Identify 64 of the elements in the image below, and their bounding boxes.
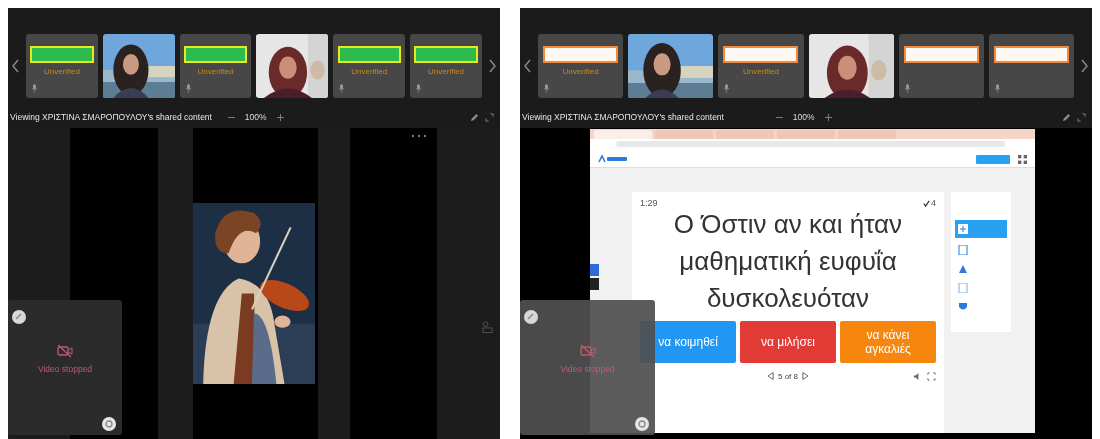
video-status: Video stopped (560, 364, 615, 374)
participant-tile[interactable]: Unverified (26, 34, 98, 98)
participant-status: Unverified (427, 67, 466, 77)
chevron-right-icon[interactable] (1080, 59, 1088, 73)
timer: 1:29 (640, 198, 658, 208)
participant-tile[interactable] (988, 34, 1075, 98)
question-text: Ο Όστιν αν και ήταν μαθηματική ευφυΐα δυσκολευόταν (672, 208, 904, 315)
chevron-left-icon[interactable] (12, 59, 20, 73)
page-icon[interactable] (958, 245, 968, 255)
primary-button[interactable] (976, 154, 1010, 164)
answer-button[interactable]: να κάνει αγκαλιές (840, 321, 936, 363)
participant-tile[interactable]: Unverified (538, 34, 624, 98)
plus-icon (958, 224, 968, 234)
chevron-right-icon[interactable] (488, 59, 496, 73)
people-icon[interactable] (482, 320, 493, 334)
video-off-icon (579, 344, 596, 358)
participant-status: Unverified (561, 67, 600, 77)
zoom-level: 100% (792, 112, 815, 122)
score-count: 4 (931, 198, 936, 208)
pen-icon[interactable] (1062, 112, 1071, 122)
zoom-in-icon[interactable] (824, 113, 832, 121)
template-option[interactable] (955, 220, 1007, 238)
participant-status: Unverified (42, 67, 81, 77)
settings-icon[interactable] (635, 417, 649, 431)
viewing-label: Viewing ΧΡΙΣΤΙΝΑ ΣΜΑΡΟΠΟΥΛΟΥ's shared content (10, 112, 213, 122)
microphone-icon (543, 84, 550, 93)
video-off-icon (57, 344, 73, 358)
microphone-icon (338, 84, 346, 93)
grid-icon[interactable] (1018, 154, 1027, 164)
video-status: Video stopped (37, 364, 93, 374)
next-icon[interactable] (802, 371, 809, 381)
shield-icon[interactable] (958, 302, 968, 312)
viewing-label: Viewing ΧΡΙΣΤΙΝΑ ΣΜΑΡΟΠΟΥΛΟΥ's shared content (522, 112, 725, 122)
participant-tile[interactable]: Unverified (718, 34, 804, 98)
triangle-icon[interactable] (958, 264, 968, 274)
microphone-icon (903, 84, 911, 93)
more-icon[interactable] (411, 134, 427, 138)
participant-tile[interactable] (898, 34, 984, 98)
chevron-left-icon[interactable] (524, 59, 532, 73)
participant-status: Unverified (741, 67, 780, 77)
answer-button[interactable]: να μιλήσει (740, 321, 836, 363)
microphone-icon (184, 84, 192, 93)
microphone-icon (993, 84, 1001, 93)
participant-status: Unverified (350, 67, 389, 77)
microphone-icon (415, 84, 423, 93)
minimize-icon[interactable] (524, 310, 538, 324)
participant-tile[interactable]: Unverified (410, 34, 482, 98)
check-icon (923, 199, 930, 207)
page-indicator: 5 of 8 (778, 371, 798, 381)
participant-status: Unverified (196, 67, 235, 77)
logo-icon[interactable] (598, 155, 628, 163)
zoom-level: 100% (244, 112, 267, 122)
participant-tile[interactable]: Unverified (179, 34, 252, 98)
previous-icon[interactable] (767, 371, 774, 381)
zoom-in-icon[interactable] (276, 113, 284, 121)
microphone-icon (31, 84, 38, 93)
pen-icon[interactable] (470, 112, 479, 122)
fullscreen-icon[interactable] (927, 371, 936, 381)
expand-icon[interactable] (1077, 112, 1086, 122)
expand-icon[interactable] (485, 112, 494, 122)
settings-icon[interactable] (102, 417, 116, 431)
minimize-icon[interactable] (12, 310, 26, 324)
participant-tile[interactable]: Unverified (333, 34, 406, 98)
microphone-icon (723, 84, 731, 93)
